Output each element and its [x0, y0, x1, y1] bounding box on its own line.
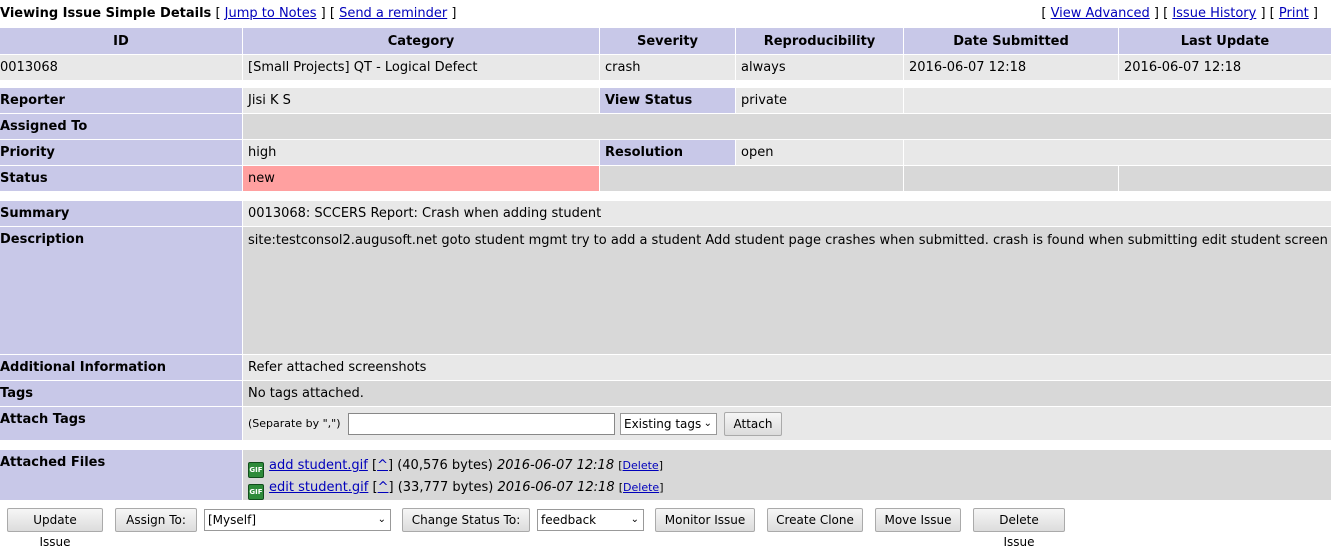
view-status-label: View Status: [600, 88, 736, 114]
empty-cell: [904, 140, 1332, 166]
priority-value: high: [243, 140, 600, 166]
assign-to-button[interactable]: Assign To:: [115, 508, 197, 532]
col-last-update: Last Update: [1119, 28, 1332, 54]
gif-file-icon: GIF: [248, 484, 264, 500]
file-date: 2016-06-07 12:18: [496, 458, 615, 473]
reporter-label: Reporter: [0, 88, 243, 114]
jump-to-notes-link[interactable]: Jump to Notes: [225, 6, 317, 21]
col-date-submitted: Date Submitted: [904, 28, 1119, 54]
empty-cell: [600, 166, 904, 192]
overview-table: ID Category Severity Reproducibility Dat…: [0, 28, 1332, 80]
tags-label: Tags: [0, 381, 243, 407]
view-status-value: private: [736, 88, 904, 114]
summary-label: Summary: [0, 201, 243, 227]
resolution-label: Resolution: [600, 140, 736, 166]
chevron-down-icon: ⌄: [703, 418, 712, 429]
file-date: 2016-06-07 12:18: [497, 480, 615, 495]
file-caret-link[interactable]: ^: [377, 458, 388, 473]
additional-info-label: Additional Information: [0, 355, 243, 381]
issue-id: 0013068: [0, 54, 243, 80]
update-issue-button[interactable]: Update Issue: [7, 508, 103, 549]
col-category: Category: [243, 28, 600, 54]
file-item: GIF add student.gif [^] (40,576 bytes) 20…: [248, 456, 1331, 478]
attached-files-list: GIF add student.gif [^] (40,576 bytes) 20…: [243, 450, 1332, 501]
assign-to-select[interactable]: [Myself] ⌄: [204, 509, 391, 531]
content-table: Summary 0013068: SCCERS Report: Crash wh…: [0, 201, 1332, 441]
assigned-to-value: [243, 114, 1332, 140]
col-severity: Severity: [600, 28, 736, 54]
delete-issue-button[interactable]: Delete Issue: [973, 508, 1065, 549]
issue-date-submitted: 2016-06-07 12:18: [904, 54, 1119, 80]
create-clone-button[interactable]: Create Clone: [767, 508, 863, 532]
empty-cell: [904, 166, 1119, 192]
additional-info-value: Refer attached screenshots: [243, 355, 1332, 381]
move-issue-button[interactable]: Move Issue: [875, 508, 961, 532]
description-value: site:testconsol2.augusoft.net goto stude…: [243, 227, 1332, 355]
file-item: GIF edit student.gif [^] (33,777 bytes) 2…: [248, 478, 1331, 500]
change-status-button[interactable]: Change Status To:: [402, 508, 530, 532]
chevron-down-icon: ⌄: [377, 514, 386, 525]
attach-tags-cell: (Separate by ",") Existing tags ⌄ Attach: [243, 407, 1332, 441]
issue-severity: crash: [600, 54, 736, 80]
file-size: (33,777 bytes): [397, 480, 494, 495]
title-area: Viewing Issue Simple Details [ Jump to N…: [0, 6, 457, 21]
issue-history-link[interactable]: Issue History: [1172, 6, 1256, 21]
summary-value: 0013068: SCCERS Report: Crash when addin…: [243, 201, 1332, 227]
tag-input[interactable]: [348, 413, 615, 435]
view-advanced-link[interactable]: View Advanced: [1051, 6, 1150, 21]
file-delete-link[interactable]: Delete: [623, 481, 659, 494]
status-select[interactable]: feedback ⌄: [537, 509, 644, 531]
existing-tags-select[interactable]: Existing tags ⌄: [620, 413, 717, 435]
attach-hint: (Separate by ","): [248, 417, 341, 430]
view-links: [ View Advanced ] [ Issue History ] [ Pr…: [1041, 6, 1318, 21]
priority-label: Priority: [0, 140, 243, 166]
chevron-down-icon: ⌄: [630, 514, 639, 525]
issue-reproducibility: always: [736, 54, 904, 80]
status-label: Status: [0, 166, 243, 192]
top-bar: Viewing Issue Simple Details [ Jump to N…: [0, 0, 1332, 28]
col-reproducibility: Reproducibility: [736, 28, 904, 54]
print-link[interactable]: Print: [1279, 6, 1309, 21]
assigned-to-label: Assigned To: [0, 114, 243, 140]
status-value: new: [243, 166, 600, 192]
empty-cell: [904, 88, 1332, 114]
monitor-issue-button[interactable]: Monitor Issue: [655, 508, 755, 532]
issue-category: [Small Projects] QT - Logical Defect: [243, 54, 600, 80]
file-link[interactable]: edit student.gif: [269, 480, 368, 495]
details-table: Reporter Jisi K S View Status private As…: [0, 88, 1332, 192]
empty-cell: [1119, 166, 1332, 192]
file-link[interactable]: add student.gif: [269, 458, 368, 473]
attach-tags-label: Attach Tags: [0, 407, 243, 441]
file-delete-link[interactable]: Delete: [623, 459, 659, 472]
tags-value: No tags attached.: [243, 381, 1332, 407]
description-label: Description: [0, 227, 243, 355]
attach-button[interactable]: Attach: [724, 412, 782, 436]
send-reminder-link[interactable]: Send a reminder: [339, 6, 447, 21]
page-title: Viewing Issue Simple Details: [0, 6, 212, 21]
issue-last-update: 2016-06-07 12:18: [1119, 54, 1332, 80]
file-caret-link[interactable]: ^: [378, 480, 389, 495]
reporter-value: Jisi K S: [243, 88, 600, 114]
resolution-value: open: [736, 140, 904, 166]
file-size: (40,576 bytes): [397, 458, 493, 473]
files-table: Attached Files GIF add student.gif [^] (4…: [0, 450, 1332, 501]
attached-files-label: Attached Files: [0, 450, 243, 501]
gif-file-icon: GIF: [248, 462, 264, 478]
col-id: ID: [0, 28, 243, 54]
